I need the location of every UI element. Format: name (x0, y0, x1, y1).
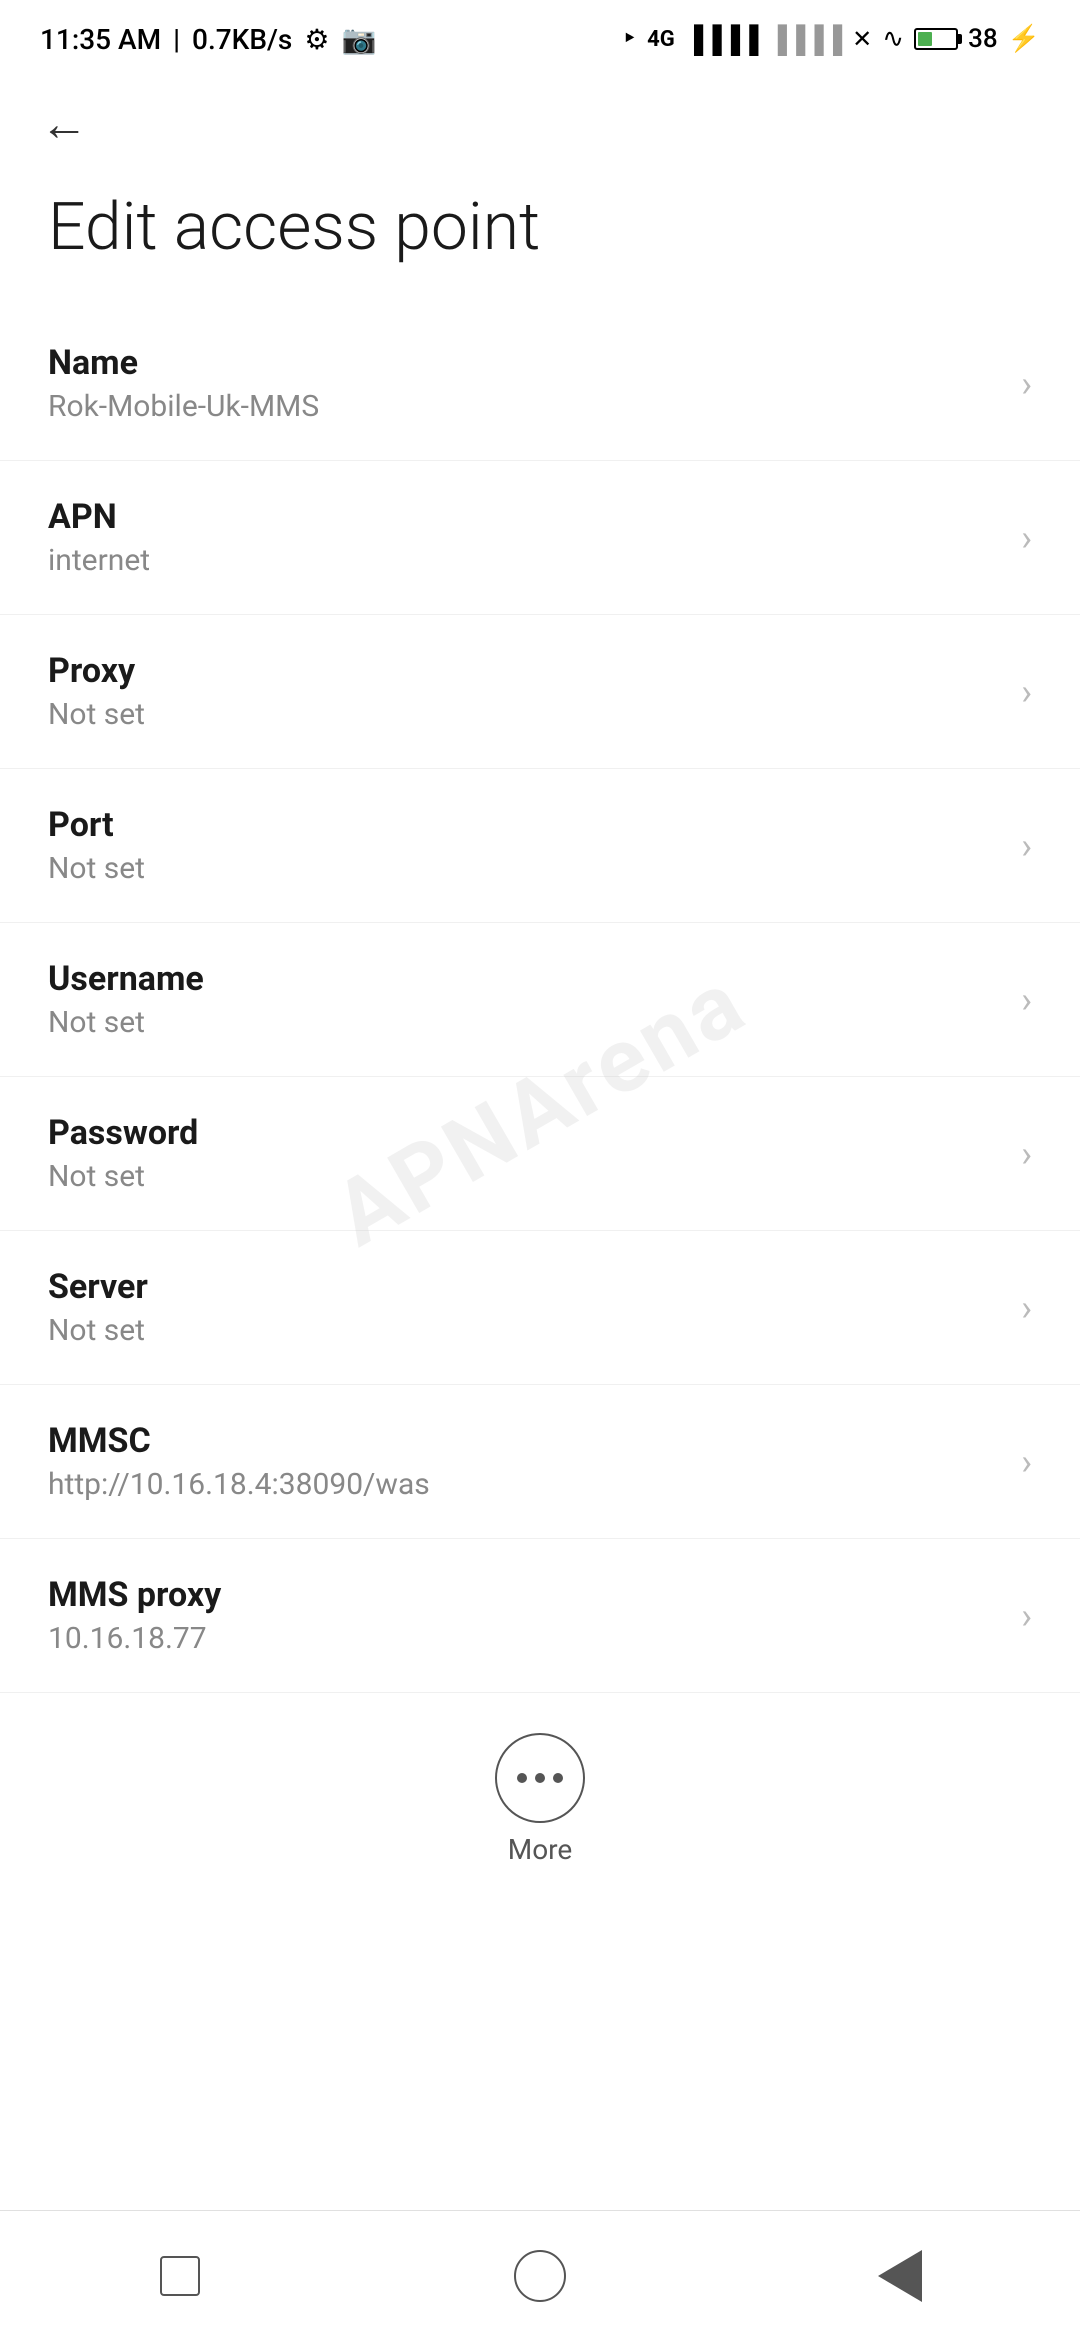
page-title: Edit access point (0, 168, 1080, 307)
settings-item-value-2: Not set (48, 697, 1001, 732)
chevron-right-icon-1: › (1021, 517, 1032, 559)
settings-item-server[interactable]: Server Not set › (0, 1231, 1080, 1385)
settings-item-content-4: Username Not set (48, 959, 1001, 1040)
chevron-right-icon-3: › (1021, 825, 1032, 867)
settings-item-content-3: Port Not set (48, 805, 1001, 886)
settings-item-username[interactable]: Username Not set › (0, 923, 1080, 1077)
settings-item-value-7: http://10.16.18.4:38090/was (48, 1467, 1001, 1502)
chevron-right-icon-0: › (1021, 363, 1032, 405)
battery-percent: 38 (968, 24, 998, 54)
more-button-section: More (0, 1693, 1080, 1896)
signal-bars-icon: ▐▐▐▐ (685, 24, 759, 55)
charging-icon: ⚡ (1008, 24, 1040, 54)
chevron-right-icon-5: › (1021, 1133, 1032, 1175)
settings-item-value-0: Rok-Mobile-Uk-MMS (48, 389, 1001, 424)
chevron-right-icon-7: › (1021, 1441, 1032, 1483)
back-button[interactable]: ← (40, 100, 88, 148)
signal-4g-icon: 4G (647, 27, 675, 52)
signal-bars2-icon: ▐▐▐▐ (768, 24, 842, 55)
back-button-row: ← (0, 70, 1080, 168)
settings-item-content-5: Password Not set (48, 1113, 1001, 1194)
chevron-right-icon-2: › (1021, 671, 1032, 713)
settings-item-value-8: 10.16.18.77 (48, 1621, 1001, 1656)
status-bar: 11:35 AM | 0.7KB/s ⚙ 📷 ‣ 4G ▐▐▐▐ ▐▐▐▐ ✕ … (0, 0, 1080, 70)
settings-item-value-3: Not set (48, 851, 1001, 886)
more-dots-icon (517, 1773, 563, 1783)
speed-display: | (173, 23, 180, 56)
settings-item-label-8: MMS proxy (48, 1575, 1001, 1615)
chevron-right-icon-4: › (1021, 979, 1032, 1021)
settings-item-value-5: Not set (48, 1159, 1001, 1194)
nav-home-button[interactable] (500, 2236, 580, 2316)
status-right: ‣ 4G ▐▐▐▐ ▐▐▐▐ ✕ ∿ 38 ⚡ (622, 24, 1040, 55)
settings-item-value-6: Not set (48, 1313, 1001, 1348)
home-icon (514, 2250, 566, 2302)
settings-item-content-7: MMSC http://10.16.18.4:38090/was (48, 1421, 1001, 1502)
recents-icon (160, 2256, 200, 2296)
battery-icon (914, 28, 958, 50)
chevron-right-icon-6: › (1021, 1287, 1032, 1329)
settings-item-label-2: Proxy (48, 651, 1001, 691)
back-icon (878, 2250, 922, 2302)
dot-1 (517, 1773, 527, 1783)
settings-item-label-3: Port (48, 805, 1001, 845)
video-icon: 📷 (341, 23, 376, 56)
no-signal-icon: ✕ (852, 25, 872, 53)
settings-item-content-0: Name Rok-Mobile-Uk-MMS (48, 343, 1001, 424)
bluetooth-icon: ‣ (622, 24, 637, 54)
wifi-icon: ∿ (882, 24, 904, 54)
settings-list: Name Rok-Mobile-Uk-MMS › APN internet › Proxy N… (0, 307, 1080, 1693)
settings-item-content-2: Proxy Not set (48, 651, 1001, 732)
settings-item-mmsc[interactable]: MMSC http://10.16.18.4:38090/was › (0, 1385, 1080, 1539)
settings-item-content-8: MMS proxy 10.16.18.77 (48, 1575, 1001, 1656)
settings-item-label-1: APN (48, 497, 1001, 537)
settings-item-label-6: Server (48, 1267, 1001, 1307)
data-speed: 0.7KB/s (192, 23, 292, 56)
nav-recents-button[interactable] (140, 2236, 220, 2316)
settings-item-proxy[interactable]: Proxy Not set › (0, 615, 1080, 769)
navigation-bar (0, 2210, 1080, 2340)
settings-item-label-7: MMSC (48, 1421, 1001, 1461)
dot-3 (553, 1773, 563, 1783)
settings-item-label-5: Password (48, 1113, 1001, 1153)
nav-back-button[interactable] (860, 2236, 940, 2316)
settings-item-password[interactable]: Password Not set › (0, 1077, 1080, 1231)
settings-item-port[interactable]: Port Not set › (0, 769, 1080, 923)
settings-icon: ⚙ (304, 23, 329, 56)
settings-item-label-4: Username (48, 959, 1001, 999)
settings-item-label-0: Name (48, 343, 1001, 383)
dot-2 (535, 1773, 545, 1783)
settings-item-content-6: Server Not set (48, 1267, 1001, 1348)
time-display: 11:35 AM (40, 23, 161, 56)
chevron-right-icon-8: › (1021, 1595, 1032, 1637)
more-label: More (508, 1833, 573, 1866)
settings-item-value-4: Not set (48, 1005, 1001, 1040)
settings-item-apn[interactable]: APN internet › (0, 461, 1080, 615)
settings-item-mms-proxy[interactable]: MMS proxy 10.16.18.77 › (0, 1539, 1080, 1693)
settings-item-name[interactable]: Name Rok-Mobile-Uk-MMS › (0, 307, 1080, 461)
status-left: 11:35 AM | 0.7KB/s ⚙ 📷 (40, 23, 376, 56)
more-button[interactable] (495, 1733, 585, 1823)
settings-item-content-1: APN internet (48, 497, 1001, 578)
settings-item-value-1: internet (48, 543, 1001, 578)
